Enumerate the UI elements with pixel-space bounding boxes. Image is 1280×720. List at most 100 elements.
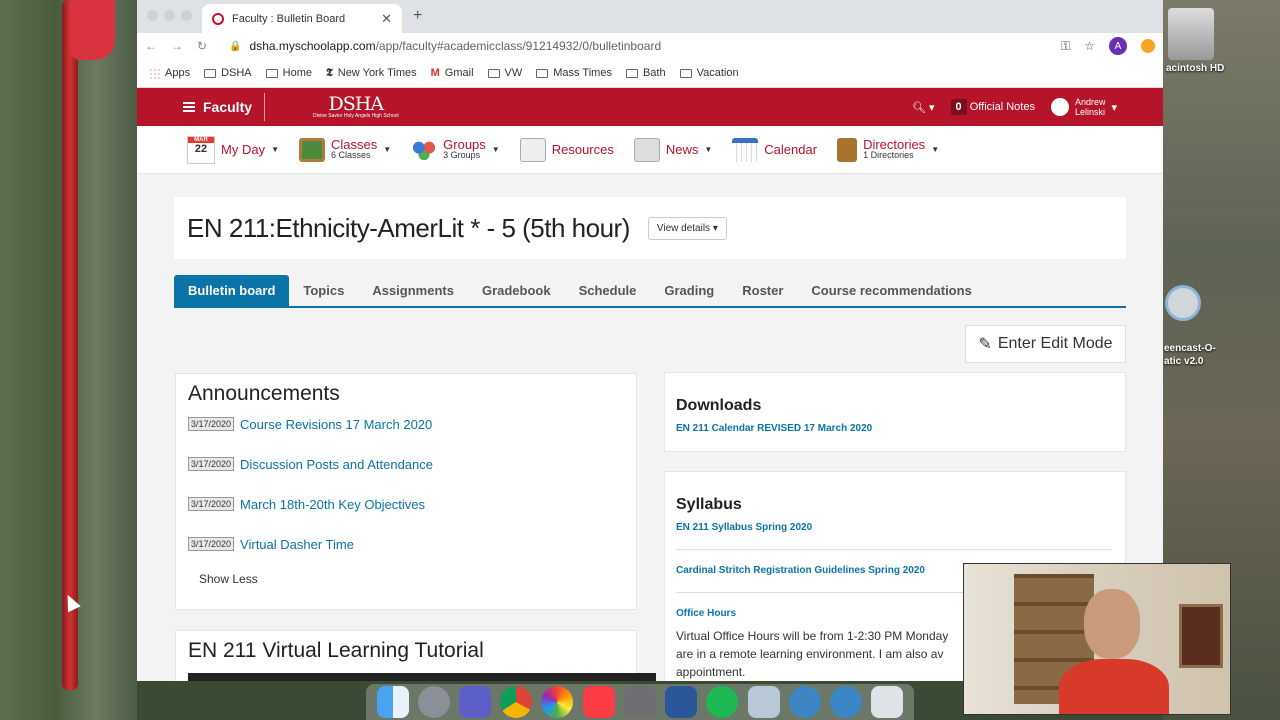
tab-assignments[interactable]: Assignments	[358, 275, 468, 306]
bookmark-label: Home	[282, 67, 312, 79]
screencast-dock-icon[interactable]	[788, 686, 821, 718]
bookmark-mass-times[interactable]: Mass Times	[536, 67, 612, 79]
photos-icon[interactable]	[541, 686, 574, 718]
tab-schedule[interactable]: Schedule	[565, 275, 651, 306]
bookmark-vacation[interactable]: Vacation	[679, 67, 739, 79]
tab-title: Faculty : Bulletin Board	[232, 12, 346, 25]
reload-icon[interactable]: ↻	[197, 39, 207, 53]
teams-icon[interactable]	[459, 686, 492, 718]
class-title-card: EN 211:Ethnicity-AmerLit * - 5 (5th hour…	[174, 197, 1126, 259]
key-icon[interactable]: ⚿	[1061, 39, 1070, 54]
folder-icon	[536, 68, 549, 78]
spotify-icon[interactable]	[706, 686, 739, 718]
show-less-button[interactable]: Show Less	[188, 572, 624, 586]
bookmark-gmail[interactable]: M Gmail	[431, 67, 474, 79]
favicon-icon	[212, 12, 224, 25]
nav-news[interactable]: News ▼	[633, 137, 712, 162]
bookmark-dsha[interactable]: DSHA	[204, 67, 252, 79]
nav-directories[interactable]: Directories 1 Directories ▼	[837, 137, 939, 162]
notes-count-badge: 0	[950, 99, 967, 115]
page-title: EN 211:Ethnicity-AmerLit * - 5 (5th hour…	[187, 212, 630, 243]
nav-groups[interactable]: Groups 3 Groups ▼	[411, 137, 500, 162]
nav-my-day[interactable]: MAR 22 My Day ▼	[187, 135, 279, 164]
bookmarks-bar: Apps DSHA Home 𝕿 New York Times M Gmail VW…	[137, 59, 1163, 88]
news-icon	[633, 137, 660, 162]
groups-icon	[411, 137, 438, 162]
bookmark-label: Gmail	[444, 67, 474, 79]
official-notes-button[interactable]: 0 Official Notes	[950, 99, 1035, 115]
main-nav: MAR 22 My Day ▼ Classes 6 Classes ▼ Groups 3 …	[137, 126, 1163, 174]
view-details-button[interactable]: View details ▾	[647, 216, 727, 240]
syllabus-heading: Syllabus	[676, 496, 742, 513]
bookmark-apps[interactable]: Apps	[149, 67, 190, 79]
screencast-dock-icon-2[interactable]	[830, 686, 863, 718]
hard-drive-label: acintosh HD	[1166, 63, 1225, 74]
announcement-link[interactable]: Virtual Dasher Time	[240, 537, 354, 552]
calendar-date-icon: MAR 22	[187, 135, 215, 164]
bookmark-label: Mass Times	[553, 67, 612, 79]
announcement-link[interactable]: Course Revisions 17 March 2020	[240, 417, 432, 432]
nav-sublabel: 1 Directories	[863, 150, 914, 160]
close-tab-icon[interactable]: ✕	[381, 11, 392, 27]
tab-course-recommendations[interactable]: Course recommendations	[797, 275, 985, 306]
resources-icon	[519, 137, 546, 162]
folder-icon	[204, 68, 217, 78]
folder-icon	[679, 68, 692, 78]
tab-bulletin-board[interactable]: Bulletin board	[174, 275, 290, 306]
word-icon[interactable]	[665, 686, 698, 718]
trash-icon[interactable]	[871, 686, 904, 718]
notes-label: Official Notes	[969, 101, 1035, 113]
address-bar[interactable]: 🔒 dsha.myschoolapp.com/app/faculty#acade…	[221, 35, 1047, 57]
wallpaper-flag	[70, 0, 115, 60]
launchpad-icon[interactable]	[417, 686, 450, 718]
pencil-icon: ✎	[978, 336, 992, 353]
webcam-overlay	[963, 563, 1231, 715]
extension-icon[interactable]	[1141, 39, 1155, 53]
download-link[interactable]: EN 211 Calendar REVISED 17 March 2020	[676, 423, 1114, 434]
nav-calendar[interactable]: Calendar	[732, 137, 817, 162]
nav-classes[interactable]: Classes 6 Classes ▼	[298, 137, 391, 162]
chrome-icon[interactable]	[500, 686, 533, 718]
school-logo[interactable]: DSHA Divine Savior Holy Angels High Scho…	[313, 95, 399, 119]
bookmark-bath[interactable]: Bath	[625, 67, 666, 79]
search-icon[interactable]: 🔍︎ ▾	[912, 101, 935, 114]
syllabus-link[interactable]: EN 211 Syllabus Spring 2020	[676, 522, 1114, 533]
tab-topics[interactable]: Topics	[289, 275, 358, 306]
chalkboard-icon	[298, 137, 325, 162]
class-tabs: Bulletin board Topics Assignments Gradeb…	[174, 275, 1126, 308]
music-icon[interactable]	[582, 686, 615, 718]
bookmark-label: Apps	[165, 67, 191, 79]
tab-grading[interactable]: Grading	[650, 275, 728, 306]
forward-icon[interactable]: →	[171, 39, 183, 53]
video-embed[interactable]	[188, 673, 656, 681]
preview-icon[interactable]	[747, 686, 780, 718]
bookmark-vw[interactable]: VW	[487, 67, 522, 79]
hard-drive-icon[interactable]	[1168, 8, 1214, 60]
enter-edit-mode-button[interactable]: ✎ Enter Edit Mode	[965, 325, 1126, 363]
faculty-menu-button[interactable]: Faculty	[137, 99, 252, 115]
directory-icon	[837, 137, 858, 162]
browser-toolbar: ← → ↻ 🔒 dsha.myschoolapp.com/app/faculty…	[137, 33, 1163, 59]
browser-tab-active[interactable]: Faculty : Bulletin Board ✕	[202, 4, 402, 33]
user-menu[interactable]: Andrew Lelinski ▾	[1050, 97, 1117, 117]
date-badge: 3/17/2020	[188, 497, 235, 511]
tab-roster[interactable]: Roster	[728, 275, 797, 306]
announcement-link[interactable]: March 18th-20th Key Objectives	[240, 497, 425, 512]
tab-gradebook[interactable]: Gradebook	[468, 275, 565, 306]
hamburger-icon	[183, 102, 195, 112]
new-tab-button[interactable]: +	[413, 7, 422, 25]
window-controls[interactable]	[147, 10, 192, 21]
header-divider	[264, 93, 266, 121]
profile-avatar[interactable]: A	[1109, 37, 1127, 55]
user-last-name: Lelinski	[1074, 107, 1105, 117]
folder-icon	[625, 68, 638, 78]
system-prefs-icon[interactable]	[623, 686, 656, 718]
finder-icon[interactable]	[376, 686, 409, 718]
bookmark-nyt[interactable]: 𝕿 New York Times	[326, 66, 417, 80]
nav-resources[interactable]: Resources	[519, 137, 614, 162]
back-icon[interactable]: ←	[145, 39, 157, 53]
bookmark-home[interactable]: Home	[265, 67, 312, 79]
screencast-app-icon[interactable]	[1165, 285, 1201, 321]
star-icon[interactable]: ☆	[1084, 39, 1095, 53]
announcement-link[interactable]: Discussion Posts and Attendance	[240, 457, 433, 472]
